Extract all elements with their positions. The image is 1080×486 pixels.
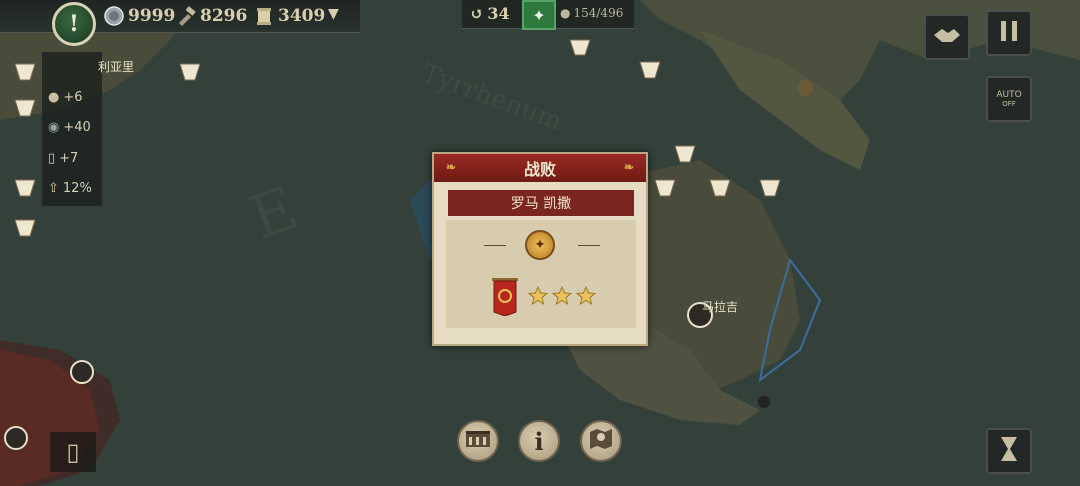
ornament-icon: ❧ — [623, 160, 634, 174]
exclamation-icon: ! — [69, 11, 79, 37]
chevron-down-icon[interactable]: ▼ — [328, 6, 339, 22]
ornament-icon: ❧ — [446, 160, 457, 174]
crossed-swords-icon: AUTO — [996, 89, 1022, 100]
handshake-icon — [932, 25, 962, 49]
general-name-bar: 罗马 凯撒 — [448, 190, 634, 216]
city-name-label[interactable]: 利亚里 — [98, 58, 134, 75]
info-button[interactable]: i — [518, 420, 560, 462]
silver-coin-icon: ◉ — [48, 120, 60, 135]
tools-resource: 8296 — [176, 5, 247, 27]
supply-indicator: ↺ 34 — [470, 4, 510, 23]
scroll-icon: ▯ — [66, 438, 80, 466]
city-name-label-east[interactable]: 马拉吉 — [702, 298, 738, 315]
silver-coin-icon — [104, 6, 124, 26]
senate-button[interactable] — [457, 420, 499, 462]
star-icon — [575, 285, 597, 306]
growth-arrow-icon: ⇧ — [48, 181, 59, 196]
silver-value: 9999 — [128, 6, 176, 26]
eagle-icon: ✦ — [532, 5, 546, 25]
end-turn-button[interactable] — [986, 428, 1032, 474]
divider-left — [484, 245, 506, 246]
person-icon: ● — [560, 6, 571, 20]
eagle-badge[interactable]: ✦ — [522, 0, 556, 30]
scroll-map-button[interactable]: ▯ — [50, 432, 96, 472]
population-value: 154/496 — [573, 6, 624, 20]
supply-icon: ↺ — [470, 4, 484, 23]
map-icon — [589, 428, 613, 454]
dialog-header: ❧ 战败 ❧ — [434, 154, 646, 182]
star-icon — [527, 285, 549, 306]
divider-right — [578, 245, 600, 246]
info-icon: i — [534, 426, 544, 456]
tools-value: 8296 — [200, 6, 248, 26]
alert-button[interactable]: ! — [52, 2, 96, 46]
person-icon: ● — [48, 90, 60, 105]
scroll-icon: ▯ — [48, 151, 56, 166]
scroll-resource: 3409 — [254, 5, 325, 27]
hammer-icon — [176, 6, 196, 26]
population-indicator: ● 154/496 — [560, 6, 623, 20]
silver-resource: 9999 — [104, 5, 175, 27]
general-name: 罗马 凯撒 — [510, 196, 572, 212]
pause-button[interactable] — [986, 10, 1032, 56]
auto-state-label: OFF — [1002, 99, 1016, 108]
silver-bonus: ◉ +40 — [48, 120, 91, 135]
map-button[interactable] — [580, 420, 622, 462]
scroll-value: 3409 — [278, 6, 326, 26]
auto-battle-button[interactable]: AUTO OFF — [986, 76, 1032, 122]
eagle-emblem-icon: ✦ — [525, 230, 555, 260]
hourglass-icon — [999, 436, 1019, 466]
diplomacy-button[interactable] — [924, 14, 970, 60]
battle-result-dialog[interactable]: ❧ 战败 ❧ 罗马 凯撒 ✦ — [432, 152, 648, 346]
population-bonus: ● +6 — [48, 90, 83, 105]
legion-banner-icon — [492, 278, 518, 317]
colosseum-icon — [465, 430, 491, 452]
pause-icon — [1000, 20, 1018, 46]
scroll-icon — [254, 6, 274, 26]
star-icon — [551, 285, 573, 306]
growth-stat: ⇧ 12% — [48, 181, 92, 196]
supply-value: 34 — [487, 4, 510, 23]
scroll-bonus: ▯ +7 — [48, 151, 79, 166]
dialog-title: 战败 — [523, 160, 556, 179]
